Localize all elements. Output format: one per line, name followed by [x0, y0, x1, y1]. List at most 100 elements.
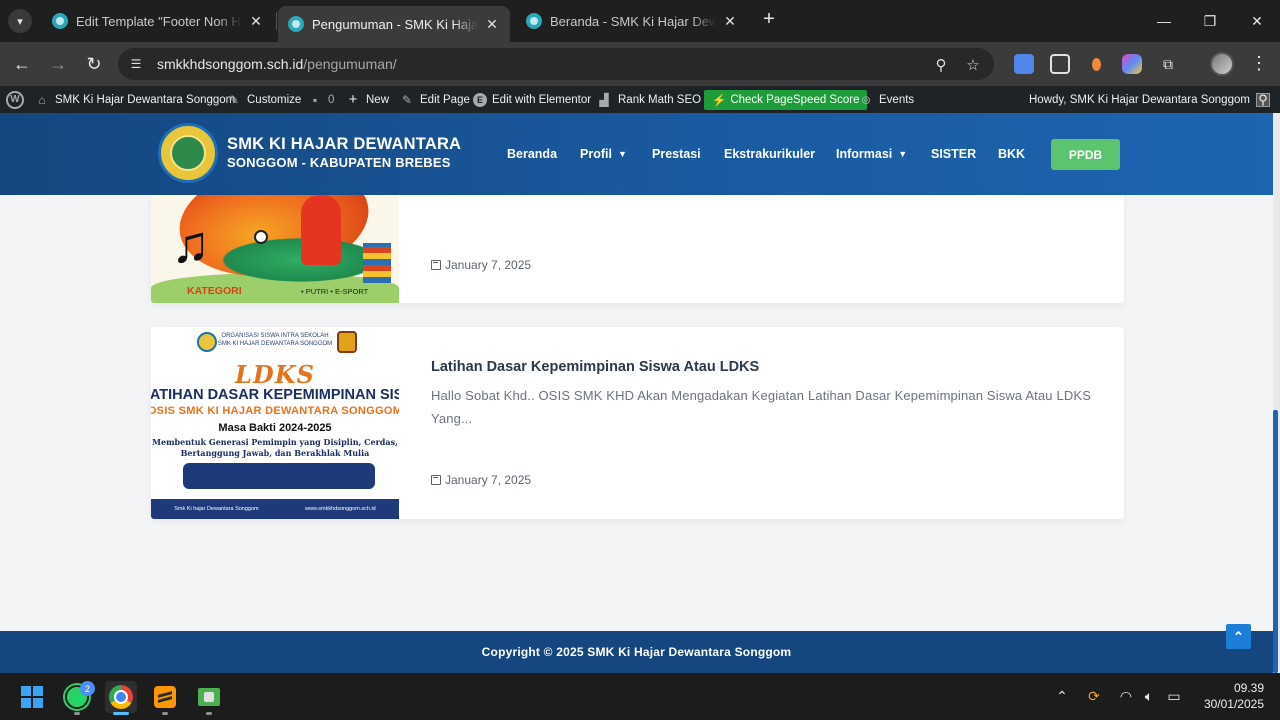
- battery-icon[interactable]: ▭: [1165, 687, 1183, 705]
- volume-icon[interactable]: 🔈︎: [1140, 687, 1158, 705]
- clock-time: 09.39: [1233, 681, 1264, 695]
- admin-comments[interactable]: ▪ 0: [307, 86, 335, 113]
- ppdb-button[interactable]: PPDB: [1051, 139, 1120, 170]
- tab-beranda[interactable]: Beranda - SMK Ki Hajar Dewant ✕: [516, 6, 748, 36]
- minimize-icon[interactable]: —: [1141, 0, 1187, 42]
- running-indicator: [74, 712, 80, 715]
- lightning-icon: ⚡: [712, 94, 727, 107]
- comment-icon: ▪: [312, 92, 318, 107]
- address-bar[interactable]: ☰ smkkhdsonggom.sch.id/pengumuman/ ⚲ ☆: [118, 48, 994, 80]
- close-window-icon[interactable]: ✕: [1234, 0, 1280, 42]
- sublime-text-icon[interactable]: [149, 681, 181, 713]
- calendar-icon: [431, 260, 441, 270]
- chevron-up-icon[interactable]: ⌃: [1053, 687, 1071, 705]
- zoom-icon[interactable]: ⚲: [932, 56, 950, 74]
- nav-prestasi[interactable]: Prestasi: [652, 145, 701, 163]
- running-indicator: [113, 712, 129, 715]
- forward-icon[interactable]: →: [46, 52, 70, 76]
- post-date: January 7, 2025: [431, 473, 531, 487]
- profile-avatar[interactable]: [1210, 52, 1234, 76]
- extension-flame-icon[interactable]: [1086, 54, 1106, 74]
- admin-my-account[interactable]: Howdy, SMK Ki Hajar Dewantara Songgom: [1029, 86, 1270, 113]
- pagespeed-button[interactable]: ⚡ Check PageSpeed Score: [704, 89, 868, 110]
- thumb-extra: • PUTRI • E-SPORT: [301, 287, 369, 296]
- post-thumbnail[interactable]: ♫ KATEGORI • PUTRI • E-SPORT: [151, 195, 399, 303]
- scroll-to-top-icon[interactable]: ⌃: [1226, 624, 1251, 649]
- tab-search-icon[interactable]: ▾: [8, 9, 32, 33]
- nav-bkk[interactable]: BKK: [998, 145, 1025, 163]
- thumb-org: ORGANISASI SISWA INTRA SEKOLAH SMK KI HAJ…: [217, 333, 333, 347]
- restore-icon[interactable]: ❐: [1187, 0, 1233, 42]
- tab-title: Beranda - SMK Ki Hajar Dewant: [550, 13, 716, 29]
- admin-site-name[interactable]: ⌂ SMK Ki Hajar Dewantara Songgom: [34, 86, 235, 113]
- admin-edit-elementor[interactable]: E Edit with Elementor: [473, 86, 591, 113]
- reload-icon[interactable]: ↻: [82, 52, 106, 76]
- extensions-puzzle-icon[interactable]: ⧉: [1158, 54, 1178, 74]
- thumb-line1: LATIHAN DASAR KEPEMIMPINAN SISWA: [151, 387, 399, 403]
- post-card: ♫ KATEGORI • PUTRI • E-SPORT January 7, …: [151, 195, 1124, 303]
- extension-color-icon[interactable]: [1122, 54, 1142, 74]
- calendar-icon: ⊚: [860, 92, 872, 107]
- bookmark-star-icon[interactable]: ☆: [964, 56, 982, 74]
- nav-profil[interactable]: Profil ▼: [580, 145, 627, 163]
- music-note-icon: ♫: [171, 216, 210, 274]
- books-icon: [363, 243, 391, 283]
- elementor-icon: E: [473, 92, 487, 107]
- post-title[interactable]: Latihan Dasar Kepemimpinan Siswa Atau LD…: [431, 359, 759, 375]
- new-tab-icon[interactable]: +: [758, 9, 780, 31]
- chrome-icon[interactable]: [105, 681, 137, 713]
- nav-beranda[interactable]: Beranda: [507, 145, 557, 163]
- wordpress-logo-icon[interactable]: W: [6, 86, 24, 113]
- folder-lock-icon[interactable]: [193, 681, 225, 713]
- tab-title: Pengumuman - SMK Ki Hajar De: [312, 16, 478, 32]
- brand-subtitle[interactable]: SONGGOM - KABUPATEN BREBES: [227, 155, 451, 170]
- nav-informasi[interactable]: Informasi ▼: [836, 145, 907, 163]
- thumb-schedule-pill: [183, 463, 375, 489]
- browser-tab-strip: ▾ Edit Template "Footer Non Hom ✕ Pengum…: [0, 0, 1280, 42]
- sync-icon[interactable]: ⟳: [1085, 687, 1103, 705]
- admin-edit-page[interactable]: ✎ Edit Page: [399, 86, 470, 113]
- close-tab-icon[interactable]: ✕: [722, 13, 738, 30]
- brand-title[interactable]: SMK KI HAJAR DEWANTARA: [227, 135, 461, 154]
- thumb-line2: OSIS SMK KI HAJAR DEWANTARA SONGGOM: [151, 405, 399, 417]
- extension-docs-icon[interactable]: [1014, 54, 1034, 74]
- tab-edit-template[interactable]: Edit Template "Footer Non Hom ✕: [42, 6, 274, 36]
- site-info-icon[interactable]: ☰: [128, 56, 144, 72]
- thumb-line4: Membentuk Generasi Pemimpin yang Disipli…: [152, 437, 398, 458]
- thumb-kategori: KATEGORI: [187, 285, 242, 297]
- brush-icon: ✎: [228, 92, 240, 107]
- events-label: Events: [879, 93, 915, 106]
- admin-rank-math[interactable]: ▟ Rank Math SEO: [595, 86, 701, 113]
- thumb-footer-strip: Smk Ki hajar Dewantara Songgom www.smkkh…: [151, 499, 399, 519]
- soccer-ball-icon: [254, 230, 268, 244]
- extension-screen-icon[interactable]: [1050, 54, 1070, 74]
- rank-math-label: Rank Math SEO: [618, 93, 702, 106]
- nav-sister[interactable]: SISTER: [931, 145, 976, 163]
- wp-admin-bar: W ⌂ SMK Ki Hajar Dewantara Songgom ✎ Cus…: [0, 86, 1280, 113]
- admin-events[interactable]: ⊚ Events: [858, 86, 914, 113]
- taskbar-clock[interactable]: 09.39 30/01/2025: [1196, 680, 1264, 712]
- howdy-label: Howdy, SMK Ki Hajar Dewantara Songgom: [1029, 93, 1250, 106]
- admin-search-icon[interactable]: ⚲: [1255, 86, 1276, 113]
- customize-label: Customize: [247, 93, 302, 106]
- close-tab-icon[interactable]: ✕: [248, 13, 264, 30]
- scrollbar-thumb[interactable]: [1273, 410, 1278, 673]
- close-tab-icon[interactable]: ✕: [484, 16, 500, 33]
- rank-math-icon: ▟: [599, 92, 609, 107]
- back-icon[interactable]: ←: [10, 52, 34, 76]
- chrome-menu-icon[interactable]: ⋮: [1250, 52, 1268, 76]
- browser-toolbar: ← → ↻ ☰ smkkhdsonggom.sch.id/pengumuman/…: [0, 42, 1280, 86]
- tab-pengumuman[interactable]: Pengumuman - SMK Ki Hajar De ✕: [278, 6, 510, 42]
- site-favicon-icon: [288, 16, 304, 32]
- nav-ekstrakurikuler[interactable]: Ekstrakurikuler: [724, 145, 815, 163]
- admin-customize[interactable]: ✎ Customize: [226, 86, 301, 113]
- wifi-icon[interactable]: ◠: [1117, 687, 1135, 705]
- site-footer: Copyright © 2025 SMK Ki Hajar Dewantara …: [0, 631, 1273, 673]
- windows-start-icon[interactable]: [16, 681, 48, 713]
- post-excerpt: Hallo Sobat Khd.. OSIS SMK KHD Akan Meng…: [431, 388, 1092, 426]
- school-logo[interactable]: [158, 123, 218, 183]
- admin-new[interactable]: + New: [345, 86, 389, 113]
- plus-icon: +: [348, 91, 358, 108]
- post-thumbnail[interactable]: ORGANISASI SISWA INTRA SEKOLAH SMK KI HAJ…: [151, 327, 399, 519]
- thumb-line3: Masa Bakti 2024-2025: [218, 422, 332, 434]
